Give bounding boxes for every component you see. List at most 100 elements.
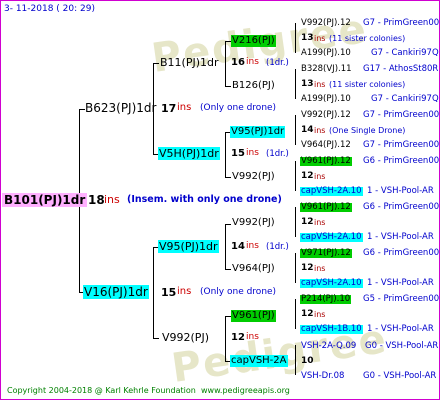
queen-v992-g4b[interactable]: V992(PJ) [232,218,275,228]
gen5-sire[interactable]: V971(PJ).12 [300,249,352,258]
gen5-sire[interactable]: V992(PJ).12 [301,111,351,120]
queen-v992[interactable]: V992(PJ) [162,332,209,343]
connector-line [295,345,296,375]
gen5-ins-count: 12 [301,309,314,319]
queen-v961[interactable]: V961(PJ) [231,310,276,322]
gen5-origin: G17 - AthosSt80R [363,64,439,74]
gen3-ins-count: 16 [231,57,245,68]
gen5-origin: G7 - PrimGreen00 [363,140,440,150]
queen-v216[interactable]: V216(PJ) [231,35,276,47]
gen2-note: (Only one drone) [200,103,277,113]
gen3-ins-count: 14 [231,241,245,252]
connector-line [225,41,226,87]
gen5-sire[interactable]: VSH-2A-Q.09 [301,342,356,351]
queen-capvsh-2a[interactable]: capVSH-2A [230,355,288,367]
connector-line [295,161,296,191]
report-date: 3- 11-2018 ( 20: 29) [4,4,95,14]
connector-line [225,224,231,225]
gen5-sire[interactable]: V961(PJ).12 [300,203,352,212]
gen5-sire[interactable]: capVSH-2A.10 [300,233,363,242]
gen2-note: (Only one drone) [200,287,277,297]
gen5-ins-count: 10 [301,356,314,366]
gen5-sire[interactable]: B328(VJ).11 [301,65,352,74]
connector-line [295,253,296,283]
gen5-ins-count: 12 [301,171,314,181]
gen5-sire[interactable]: capVSH-2A.10 [300,279,363,288]
gen5-ins-label: ins [314,80,326,89]
gen3-note: (1dr.) [266,149,289,159]
gen5-sire[interactable]: V964(PJ).12 [301,141,351,150]
connector-line [295,299,296,329]
gen5-note: (One Single Drone) [329,126,406,135]
gen5-origin: G0 - VSH-Pool-AR [365,341,439,351]
gen5-note: (11 sister colonies) [329,34,406,43]
gen3-ins-label: ins [246,332,259,342]
connector-line [225,316,226,362]
gen5-ins-label: ins [314,126,326,135]
gen5-sire[interactable]: VSH-Dr.08 [301,372,344,381]
gen1-ins-count: 18 [88,193,105,207]
gen5-origin: G7 - Cankiri97Q [371,48,439,58]
connector-line [295,207,296,237]
gen2-ins-count: 17 [161,102,177,115]
connector-line [225,132,226,178]
gen5-origin: G6 - PrimGreen00 [363,248,440,258]
gen3-ins-count: 12 [231,332,245,343]
gen5-ins-label: ins [314,264,326,273]
gen5-sire[interactable]: A199(PJ).10 [301,95,351,104]
connector-line [295,115,296,145]
queen-v964[interactable]: V964(PJ) [232,264,275,274]
gen5-origin: 1 - VSH-Pool-AR [367,186,434,196]
website-link[interactable]: www.pedigreeapis.org [201,387,290,395]
connector-line [153,338,159,339]
gen5-origin: G7 - PrimGreen00 [363,110,440,120]
gen5-sire[interactable]: capVSH-2A.10 [300,187,363,196]
connector-line [153,63,159,64]
gen5-ins-label: ins [314,34,326,43]
queen-v992-g4[interactable]: V992(PJ) [232,172,275,182]
connector-line [295,23,296,53]
pedigree-frame: Pedigree Pedigree 3- 11-2018 ( 20: 29) B… [0,0,440,400]
gen5-sire[interactable]: V992(PJ).12 [301,19,351,28]
queen-v95[interactable]: V95(PJ)1dr [158,240,219,253]
gen5-origin: G6 - PrimGreen00 [363,156,440,166]
gen5-origin: 1 - VSH-Pool-AR [367,324,434,334]
gen5-origin: G5 - PrimGreen00 [363,294,440,304]
gen2-ins-label: ins [177,102,192,113]
queen-v16[interactable]: V16(PJ)1dr [83,285,149,299]
queen-b126[interactable]: B126(PJ) [232,81,275,91]
gen3-ins-label: ins [246,241,259,251]
gen5-sire[interactable]: P214(PJ).10 [300,295,352,304]
gen2-ins-label: ins [177,286,192,297]
gen5-ins-count: 13 [301,79,314,89]
gen5-ins-label: ins [314,172,326,181]
queen-v5h[interactable]: V5H(PJ)1dr [158,147,220,160]
connector-line [225,86,231,87]
queen-b623[interactable]: B623(PJ)1dr [85,102,156,114]
gen3-ins-label: ins [246,148,259,158]
gen1-ins-label: ins [104,193,120,206]
gen3-ins-label: ins [246,57,259,67]
gen5-note: (11 sister colonies) [329,80,406,89]
gen5-origin: 1 - VSH-Pool-AR [367,232,434,242]
gen5-sire[interactable]: capVSH-1B.10 [300,325,363,334]
gen5-ins-count: 12 [301,217,314,227]
connector-line [225,224,226,270]
queen-v95-g4[interactable]: V95(PJ)1dr [230,126,286,138]
queen-b11[interactable]: B11(PJ)1dr [160,57,219,68]
gen5-ins-label: ins [314,218,326,227]
gen3-note: (1dr.) [266,242,289,252]
queen-b101[interactable]: B101(PJ)1dr [2,193,88,207]
gen5-sire[interactable]: V961(PJ).12 [300,157,352,166]
gen5-origin: G7 - PrimGreen00 [363,18,440,28]
copyright-text: Copyright 2004-2018 @ Karl Kehrle Founda… [7,386,196,395]
gen3-ins-count: 15 [231,148,245,159]
gen5-ins-count: 14 [301,125,314,135]
gen2-ins-count: 15 [161,286,177,299]
gen5-origin: G7 - Cankiri97Q [371,94,439,104]
gen5-ins-label: ins [314,310,326,319]
gen1-note: (Insem. with only one drone) [127,194,282,205]
gen3-note: (1dr.) [266,58,289,68]
gen5-origin: G6 - PrimGreen00 [363,202,440,212]
gen5-sire[interactable]: A199(PJ).10 [301,49,351,58]
